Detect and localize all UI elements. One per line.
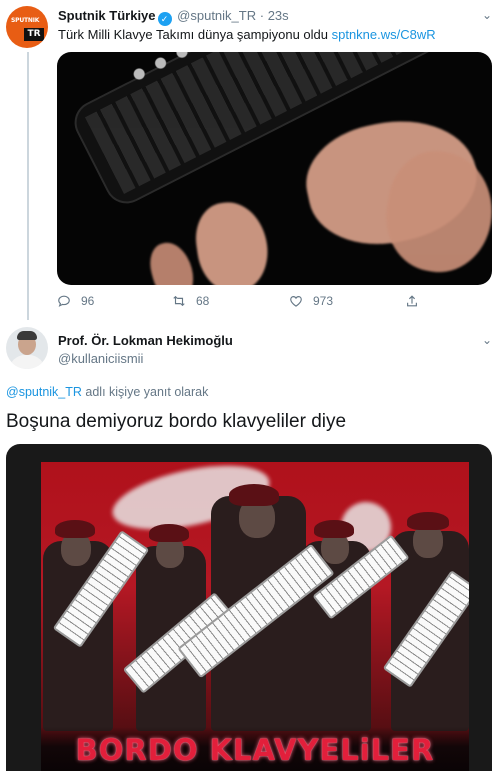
tweet-header: Sputnik Türkiye ✓ @sputnik_TR · 23s bbox=[58, 8, 289, 26]
retweet-button[interactable]: 68 bbox=[172, 294, 209, 308]
hand-illustration bbox=[144, 237, 200, 285]
avatar-hair bbox=[17, 331, 37, 340]
reply-author-name[interactable]: Prof. Ör. Lokman Hekimoğlu bbox=[58, 333, 233, 348]
reply-count: 96 bbox=[81, 294, 95, 308]
avatar-logo-badge: TR bbox=[24, 28, 44, 41]
reply-button[interactable]: 96 bbox=[57, 294, 94, 308]
avatar[interactable] bbox=[6, 327, 48, 369]
avatar-body bbox=[9, 355, 45, 369]
tweet-image-keyboard[interactable] bbox=[57, 52, 492, 285]
verified-icon: ✓ bbox=[157, 12, 172, 26]
reply-icon bbox=[58, 295, 70, 307]
chevron-down-icon[interactable]: ⌄ bbox=[482, 8, 492, 22]
author-name[interactable]: Sputnik Türkiye bbox=[58, 8, 156, 23]
poster-caption: BORDO KLAVYELiLER bbox=[75, 733, 435, 767]
tweet-actions: 96 68 973 bbox=[57, 294, 437, 314]
author-handle[interactable]: @sputnik_TR bbox=[177, 8, 256, 23]
reply-image-poster[interactable]: BORDO KLAVYELiLER bbox=[6, 444, 492, 771]
avatar-logo-text: SPUTNIK bbox=[11, 17, 40, 24]
soldier-beret bbox=[149, 524, 189, 542]
replying-to: @sputnik_TR adlı kişiye yanıt olarak bbox=[6, 385, 208, 399]
reply-author-handle[interactable]: @kullaniciismii bbox=[58, 351, 143, 366]
retweet-count: 68 bbox=[196, 294, 210, 308]
share-icon bbox=[407, 295, 417, 307]
like-count: 973 bbox=[313, 294, 334, 308]
tweet-time[interactable]: 23s bbox=[268, 8, 289, 23]
soldier-beret bbox=[314, 520, 354, 538]
chevron-down-icon[interactable]: ⌄ bbox=[482, 333, 492, 347]
avatar[interactable]: SPUTNIK TR bbox=[6, 6, 48, 48]
share-button[interactable] bbox=[405, 294, 419, 308]
separator-dot: · bbox=[259, 8, 265, 23]
poster-artwork: BORDO KLAVYELiLER bbox=[41, 462, 469, 771]
tweet-original[interactable]: SPUTNIK TR Sputnik Türkiye ✓ @sputnik_TR … bbox=[0, 0, 500, 320]
hand-illustration bbox=[191, 197, 273, 285]
tweet-text: Türk Milli Klavye Takımı dünya şampiyonu… bbox=[58, 27, 436, 42]
reply-text: Boşuna demiyoruz bordo klavyeliler diye bbox=[6, 411, 347, 432]
soldier-beret bbox=[55, 520, 95, 538]
soldier-beret bbox=[407, 512, 449, 530]
replying-to-suffix: adlı kişiye yanıt olarak bbox=[81, 385, 209, 399]
soldier-beret bbox=[229, 484, 279, 506]
thread-line bbox=[27, 52, 29, 320]
replying-to-handle[interactable]: @sputnik_TR bbox=[6, 385, 82, 399]
retweet-icon bbox=[173, 295, 185, 307]
tweet-body: Türk Milli Klavye Takımı dünya şampiyonu… bbox=[58, 27, 332, 42]
like-icon bbox=[290, 296, 302, 307]
like-button[interactable]: 973 bbox=[289, 294, 333, 308]
tweet-link[interactable]: sptnkne.ws/C8wR bbox=[332, 27, 436, 42]
